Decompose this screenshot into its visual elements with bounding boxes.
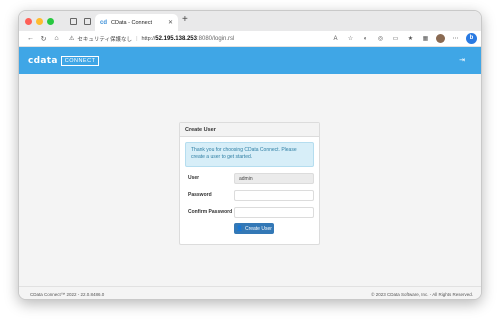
security-label: セキュリティ保護なし [77, 36, 133, 43]
password-row: Password [188, 190, 314, 201]
add-user-icon: 👤 [236, 225, 243, 232]
card-title: Create User [180, 123, 319, 137]
main-content: Create User Thank you for choosing CData… [19, 74, 481, 286]
tabs-overview-icon[interactable] [84, 17, 91, 25]
tab-close-icon[interactable]: ✕ [168, 19, 173, 26]
tab-title: CData - Connect [111, 19, 152, 26]
user-label: User [188, 175, 200, 181]
confirm-password-label: Confirm Password [188, 209, 233, 215]
favorite-star-icon[interactable]: ☆ [346, 35, 355, 42]
create-user-label: Create User [244, 225, 272, 232]
tab-active[interactable]: cd CData - Connect ✕ [95, 14, 178, 31]
signout-icon[interactable]: ⇥ [459, 56, 465, 64]
url-host: 52.195.138.253 [155, 35, 197, 42]
info-alert: Thank you for choosing CData Connect. Pl… [185, 142, 314, 167]
warning-icon: ⚠ [69, 36, 75, 42]
logo-badge: CONNECT [60, 55, 100, 66]
footer: CData Connect™ 2022 - 22.0.8486.0 © 2023… [19, 286, 481, 299]
browser-window: cd CData - Connect ✕ + ← ↻ ⌂ ⚠ セキュリティ保護な… [18, 10, 482, 300]
confirm-password-input[interactable] [234, 207, 314, 218]
sidebar-icon[interactable] [70, 17, 77, 25]
app-header: cdata CONNECT ⇥ [19, 47, 481, 74]
create-user-button[interactable]: 👤 Create User [234, 223, 274, 234]
tab-bar: cd CData - Connect ✕ + [19, 11, 481, 31]
footer-version: CData Connect™ 2022 - 22.0.8486.0 [30, 292, 105, 297]
read-aloud-icon[interactable]: A [331, 36, 340, 42]
url-path: :8080/login.rsl [196, 35, 235, 42]
user-row: User [188, 173, 314, 184]
confirm-password-row: Confirm Password [188, 207, 314, 218]
url-prefix: http:// [141, 35, 156, 42]
home-icon[interactable]: ⌂ [50, 35, 63, 42]
close-window-icon[interactable] [25, 17, 32, 25]
toolbar-right: A ☆ ◐ ◎ ▭ ★ ▦ ⋯ b [331, 33, 477, 44]
password-label: Password [188, 192, 212, 198]
create-user-card: Create User Thank you for choosing CData… [179, 122, 320, 245]
profile-avatar[interactable] [436, 34, 445, 43]
window-controls [25, 17, 54, 25]
favorites-icon[interactable]: ★ [406, 35, 415, 42]
back-icon[interactable]: ← [24, 35, 37, 42]
favicon-icon: cd [100, 19, 108, 26]
extensions-icon[interactable]: ◐ [361, 36, 370, 42]
refresh-icon[interactable]: ↻ [37, 35, 50, 43]
split-view-icon[interactable]: ▭ [391, 35, 400, 42]
minimize-window-icon[interactable] [36, 17, 43, 25]
user-input[interactable] [234, 173, 314, 184]
maximize-window-icon[interactable] [47, 17, 54, 25]
refresh-page-icon[interactable]: ◎ [376, 35, 385, 42]
logo-text: cdata [28, 55, 58, 66]
bing-icon[interactable]: b [466, 33, 477, 44]
footer-copyright: © 2023 CData Software, Inc. - All Rights… [371, 292, 473, 297]
url-separator: | [136, 35, 138, 42]
password-input[interactable] [234, 190, 314, 201]
more-menu-icon[interactable]: ⋯ [451, 35, 460, 42]
new-tab-button[interactable]: + [182, 14, 188, 25]
collections-icon[interactable]: ▦ [421, 35, 430, 42]
url-field[interactable]: ⚠ セキュリティ保護なし | http:// 52.195.138.253 :8… [69, 35, 234, 43]
tab-tools [70, 17, 91, 25]
address-bar: ← ↻ ⌂ ⚠ セキュリティ保護なし | http:// 52.195.138.… [19, 31, 481, 47]
